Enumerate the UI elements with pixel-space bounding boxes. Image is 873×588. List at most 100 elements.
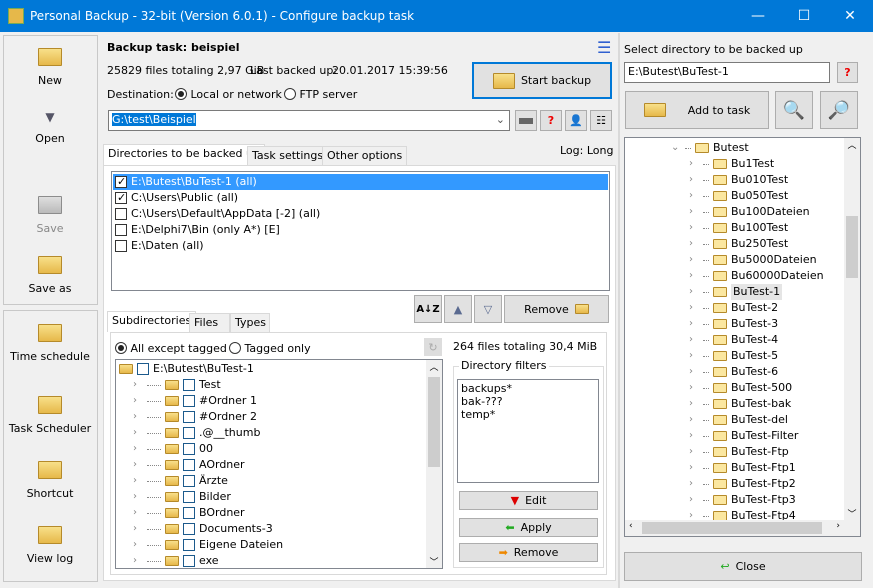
user-button[interactable]: 👤 bbox=[565, 110, 587, 131]
chevron-right-icon[interactable]: › bbox=[689, 476, 699, 492]
help-button[interactable]: ? bbox=[540, 110, 562, 131]
tab-task-settings[interactable]: Task settings bbox=[247, 146, 329, 165]
toolbar-save-as-button[interactable]: Save as bbox=[4, 250, 96, 295]
find-folder-button[interactable]: 🔍 bbox=[775, 91, 813, 129]
scroll-down-icon[interactable]: ﹀ bbox=[844, 507, 860, 520]
chevron-right-icon[interactable]: › bbox=[689, 332, 699, 348]
subdirectory-tree[interactable]: E:\Butest\BuTest-1 › Test › #Ordner 1 › #Ordne… bbox=[115, 359, 443, 569]
chevron-right-icon[interactable]: › bbox=[689, 156, 699, 172]
chevron-down-icon[interactable]: ⌄ bbox=[671, 140, 681, 156]
tree-item[interactable]: › #Ordner 2 bbox=[119, 409, 439, 425]
directory-item[interactable]: C:\Users\Default\AppData [-2] (all) bbox=[113, 206, 608, 222]
filters-list[interactable]: backups* bak-??? temp* bbox=[457, 379, 599, 483]
radio-tagged-only[interactable]: Tagged only bbox=[229, 342, 311, 355]
toolbar-view-log-button[interactable]: View log bbox=[4, 520, 96, 565]
scroll-up-icon[interactable]: ︿ bbox=[844, 138, 860, 151]
right-tree-item[interactable]: › Bu5000Dateien bbox=[625, 252, 860, 268]
right-tree-item[interactable]: › Bu250Test bbox=[625, 236, 860, 252]
close-window-button[interactable]: ✕ bbox=[827, 0, 873, 32]
directory-item[interactable]: C:\Users\Public (all) bbox=[113, 190, 608, 206]
checkbox[interactable] bbox=[183, 555, 195, 567]
toolbar-open-button[interactable]: ▼ Open bbox=[4, 110, 96, 145]
checkbox[interactable] bbox=[115, 174, 127, 190]
tree-item[interactable]: › Eigene Dateien bbox=[119, 537, 439, 553]
move-down-button[interactable]: ▽ bbox=[474, 295, 502, 323]
move-up-button[interactable]: ▲ bbox=[444, 295, 472, 323]
checkbox[interactable] bbox=[183, 523, 195, 535]
chevron-right-icon[interactable]: › bbox=[133, 473, 143, 489]
tree-item[interactable]: › 00 bbox=[119, 441, 439, 457]
tree-root[interactable]: E:\Butest\BuTest-1 bbox=[119, 361, 439, 377]
scroll-left-icon[interactable]: ‹ bbox=[629, 521, 633, 531]
find-file-button[interactable]: 🔎 bbox=[820, 91, 858, 129]
radio-ftp[interactable]: FTP server bbox=[284, 88, 357, 101]
start-backup-button[interactable]: Start backup bbox=[472, 62, 612, 99]
hscroll-thumb[interactable] bbox=[642, 522, 822, 534]
checkbox[interactable] bbox=[183, 507, 195, 519]
right-tree-item[interactable]: › Bu010Test bbox=[625, 172, 860, 188]
tab-other-options[interactable]: Other options bbox=[322, 146, 408, 165]
directory-item[interactable]: E:\Delphi7\Bin (only A*) [E] bbox=[113, 222, 608, 238]
drive-button[interactable] bbox=[515, 110, 537, 131]
sort-button[interactable]: A↓Z bbox=[414, 295, 442, 323]
close-button[interactable]: ↩ Close bbox=[624, 552, 862, 581]
right-tree-item[interactable]: › Bu1Test bbox=[625, 156, 860, 172]
minimize-button[interactable]: — bbox=[735, 0, 781, 32]
tree-item[interactable]: › #Ordner 1 bbox=[119, 393, 439, 409]
chevron-right-icon[interactable]: › bbox=[133, 409, 143, 425]
checkbox[interactable] bbox=[137, 363, 149, 375]
chevron-right-icon[interactable]: › bbox=[689, 172, 699, 188]
right-tree-vscrollbar[interactable]: ︿ ﹀ bbox=[844, 138, 860, 520]
radio-local[interactable]: Local or network bbox=[175, 88, 282, 101]
checkbox[interactable] bbox=[115, 240, 127, 252]
chevron-right-icon[interactable]: › bbox=[689, 188, 699, 204]
chevron-right-icon[interactable]: › bbox=[689, 284, 699, 300]
tree-item[interactable]: › .@__thumb bbox=[119, 425, 439, 441]
checkbox[interactable] bbox=[115, 190, 127, 206]
toolbar-save-button[interactable]: Save bbox=[4, 190, 96, 235]
chevron-right-icon[interactable]: › bbox=[689, 220, 699, 236]
right-tree-item[interactable]: › Bu100Test bbox=[625, 220, 860, 236]
menu-icon[interactable]: ☰ bbox=[597, 38, 611, 57]
chevron-right-icon[interactable]: › bbox=[689, 492, 699, 508]
checkbox[interactable] bbox=[183, 379, 195, 391]
checkbox[interactable] bbox=[183, 475, 195, 487]
chevron-right-icon[interactable]: › bbox=[133, 425, 143, 441]
right-tree-item[interactable]: › BuTest-Ftp3 bbox=[625, 492, 860, 508]
right-tree-root[interactable]: ⌄ Butest bbox=[625, 140, 860, 156]
refresh-button[interactable]: ↻ bbox=[424, 338, 442, 356]
selected-path-field[interactable]: E:\Butest\BuTest-1 bbox=[624, 62, 830, 83]
right-tree-item[interactable]: › BuTest-Ftp2 bbox=[625, 476, 860, 492]
directory-item[interactable]: E:\Butest\BuTest-1 (all) bbox=[113, 174, 608, 190]
edit-filters-button[interactable]: ▼ Edit bbox=[459, 491, 598, 510]
checkbox[interactable] bbox=[115, 208, 127, 220]
right-tree-item[interactable]: › BuTest-bak bbox=[625, 396, 860, 412]
checkbox[interactable] bbox=[183, 491, 195, 503]
chevron-right-icon[interactable]: › bbox=[689, 396, 699, 412]
filter-item[interactable]: backups* bbox=[461, 382, 595, 395]
chevron-right-icon[interactable]: › bbox=[133, 441, 143, 457]
remove-filters-button[interactable]: ➡ Remove bbox=[459, 543, 598, 562]
tree-scrollbar[interactable]: ︿ ﹀ bbox=[426, 360, 442, 568]
chevron-right-icon[interactable]: › bbox=[133, 505, 143, 521]
chevron-right-icon[interactable]: › bbox=[133, 521, 143, 537]
tab-directories[interactable]: Directories to be backed up bbox=[103, 144, 265, 165]
chevron-right-icon[interactable]: › bbox=[689, 364, 699, 380]
right-tree-item[interactable]: › BuTest-6 bbox=[625, 364, 860, 380]
splitter[interactable] bbox=[618, 33, 620, 588]
tree-item[interactable]: › Test bbox=[119, 377, 439, 393]
tree-item[interactable]: › AOrdner bbox=[119, 457, 439, 473]
right-tree-item[interactable]: › BuTest-2 bbox=[625, 300, 860, 316]
chevron-right-icon[interactable]: › bbox=[689, 300, 699, 316]
right-help-button[interactable]: ? bbox=[837, 62, 858, 83]
maximize-button[interactable]: ☐ bbox=[781, 0, 827, 32]
checkbox[interactable] bbox=[183, 395, 195, 407]
tree-item[interactable]: › exe bbox=[119, 553, 439, 568]
destination-path-combo[interactable]: G:\test\Beispiel ⌄ bbox=[108, 110, 510, 131]
subtab-types[interactable]: Types bbox=[230, 313, 270, 332]
right-tree-item[interactable]: › BuTest-1 bbox=[625, 284, 860, 300]
radio-all-except[interactable]: All except tagged bbox=[115, 342, 227, 355]
filter-item[interactable]: temp* bbox=[461, 408, 595, 421]
chevron-down-icon[interactable]: ⌄ bbox=[496, 113, 505, 126]
chevron-right-icon[interactable]: › bbox=[689, 380, 699, 396]
